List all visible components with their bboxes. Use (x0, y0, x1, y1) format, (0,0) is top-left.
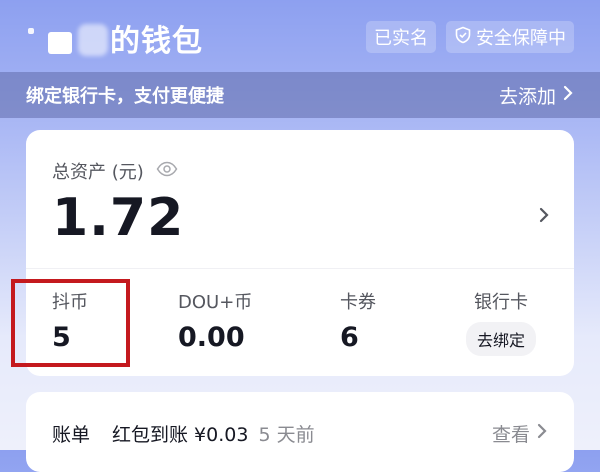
banner-text: 绑定银行卡，支付更便捷 (26, 86, 224, 107)
stat-dou-plus[interactable]: DOU+币 0.00 (178, 288, 252, 353)
stat-bank-card[interactable]: 银行卡 去绑定 (466, 288, 537, 356)
redacted-username (26, 18, 110, 58)
page-title: 的钱包 (110, 24, 203, 59)
security-badge-label: 安全保障中 (476, 28, 566, 49)
bill-label: 账单 (52, 424, 91, 446)
verified-badge-label: 已实名 (374, 28, 428, 49)
banner-add-link[interactable]: 去添加 (499, 82, 574, 109)
banner-add-label: 去添加 (498, 85, 556, 108)
divider (26, 268, 574, 269)
bill-view-label: 查看 (491, 424, 530, 446)
bind-card-banner[interactable]: 绑定银行卡，支付更便捷 去添加 (0, 72, 600, 118)
stat-value: 6 (340, 322, 359, 353)
title-wrap: 的钱包 (26, 14, 203, 62)
total-assets-label: 总资产 (元) (52, 158, 178, 184)
eye-icon[interactable] (156, 161, 178, 182)
bill-time: 5 天前 (258, 424, 315, 446)
header-badges: 已实名 安全保障中 (366, 21, 574, 53)
bill-card[interactable]: 账单 红包到账 ¥0.03 5 天前 查看 (26, 392, 574, 472)
stat-label: 卡券 (340, 292, 376, 313)
verified-badge[interactable]: 已实名 (366, 21, 436, 53)
chevron-right-icon[interactable] (538, 206, 550, 228)
stat-value: 0.00 (178, 322, 245, 353)
bill-row: 账单 红包到账 ¥0.03 5 天前 (52, 420, 315, 447)
total-assets-label-text: 总资产 (元) (52, 162, 144, 183)
chevron-right-icon (536, 422, 548, 445)
bill-latest-text: 红包到账 ¥0.03 (112, 424, 249, 446)
shield-icon (454, 26, 472, 49)
chevron-right-icon (562, 84, 574, 107)
highlight-box (11, 279, 130, 367)
bind-card-button[interactable]: 去绑定 (466, 322, 537, 356)
stat-label: DOU+币 (178, 292, 253, 313)
stat-label: 银行卡 (474, 292, 528, 313)
total-assets-value[interactable]: 1.72 (52, 188, 184, 248)
stat-coupons[interactable]: 卡券 6 (340, 288, 376, 353)
bill-view-link[interactable]: 查看 (492, 420, 548, 447)
security-badge[interactable]: 安全保障中 (446, 21, 574, 53)
wallet-header: 的钱包 已实名 安全保障中 (0, 0, 600, 72)
